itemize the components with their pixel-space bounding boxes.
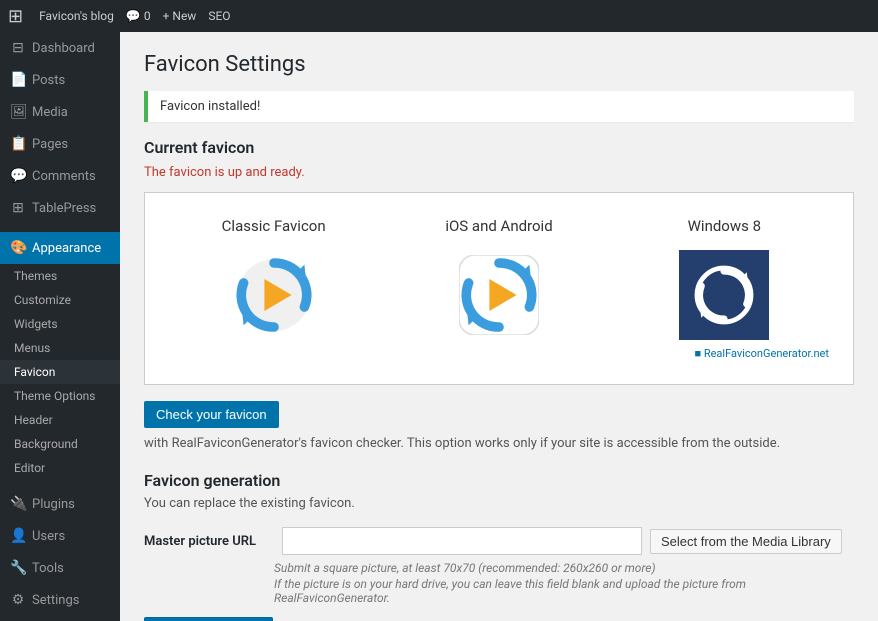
classic-title: Classic Favicon [222, 217, 326, 235]
check-favicon-button[interactable]: Check your favicon [144, 401, 279, 428]
sidebar-item-settings[interactable]: ⚙ Settings [0, 584, 120, 616]
plugins-icon: 🔌 [10, 496, 26, 512]
site-name[interactable]: Favicon's blog [39, 9, 114, 23]
sidebar-item-themes[interactable]: Themes [0, 264, 120, 288]
sidebar-item-appearance[interactable]: 🎨 Appearance [0, 232, 120, 264]
users-icon: 👤 [10, 528, 26, 544]
posts-icon: 📄 [10, 72, 26, 88]
master-url-row: Master picture URL Select from the Media… [144, 527, 854, 555]
check-text: with RealFaviconGenerator's favicon chec… [144, 436, 780, 451]
gen-desc: You can replace the existing favicon. [144, 496, 854, 511]
classic-favicon-icon [234, 255, 314, 335]
current-favicon-title: Current favicon [144, 138, 854, 157]
hint1: Submit a square picture, at least 70x70 … [274, 561, 854, 575]
ios-favicon-icon [459, 255, 539, 335]
windows-title: Windows 8 [688, 217, 761, 235]
comments-icon: 💬 [10, 168, 26, 184]
master-url-input[interactable] [282, 527, 642, 555]
sidebar-item-tablepress[interactable]: ⊞ TablePress [0, 192, 120, 224]
sidebar-item-media[interactable]: 🖼 Media [0, 96, 120, 128]
sidebar-item-pages[interactable]: 📋 Pages [0, 128, 120, 160]
sidebar-item-dashboard[interactable]: ⊟ Dashboard [0, 32, 120, 64]
ios-title: iOS and Android [445, 217, 552, 235]
rfg-badge: ■ RealFaviconGenerator.net [620, 347, 829, 360]
appearance-icon: 🎨 [10, 240, 26, 256]
wp-logo: ⊞ [8, 6, 23, 27]
top-bar: ⊞ Favicon's blog 💬 0 + New SEO [0, 0, 878, 32]
sidebar-item-plugins[interactable]: 🔌 Plugins [0, 488, 120, 520]
tablepress-icon: ⊞ [10, 200, 26, 216]
page-title: Favicon Settings [144, 52, 854, 77]
classic-col: Classic Favicon [161, 209, 386, 368]
sidebar-item-users[interactable]: 👤 Users [0, 520, 120, 552]
sidebar-item-background[interactable]: Background [0, 432, 120, 456]
sidebar-item-menus[interactable]: Menus [0, 336, 120, 360]
sidebar-item-editor[interactable]: Editor [0, 456, 120, 480]
current-favicon-desc: The favicon is up and ready. [144, 165, 854, 180]
sidebar-item-header[interactable]: Header [0, 408, 120, 432]
classic-icon-wrapper [224, 245, 324, 345]
windows-icon-wrapper [674, 245, 774, 345]
settings-icon: ⚙ [10, 592, 26, 608]
new-link[interactable]: + New [163, 9, 197, 23]
hint2: If the picture is on your hard drive, yo… [274, 577, 854, 605]
ios-col: iOS and Android [386, 209, 611, 368]
check-row: Check your favicon with RealFaviconGener… [144, 401, 854, 451]
sidebar-item-favicon[interactable]: Favicon [0, 360, 120, 384]
media-icon: 🖼 [10, 104, 26, 120]
windows-favicon-icon [679, 250, 769, 340]
pages-icon: 📋 [10, 136, 26, 152]
windows-col: Windows 8 ■ RealFaviconGenerator.net [612, 209, 837, 368]
tools-icon: 🔧 [10, 560, 26, 576]
success-notice: Favicon installed! [144, 91, 854, 122]
comments-link[interactable]: 💬 0 [126, 9, 151, 23]
sidebar-item-theme-options[interactable]: Theme Options [0, 384, 120, 408]
seo-link[interactable]: SEO [208, 9, 230, 23]
sidebar-item-comments[interactable]: 💬 Comments [0, 160, 120, 192]
sidebar-item-posts[interactable]: 📄 Posts [0, 64, 120, 96]
comment-icon: 💬 [126, 9, 141, 23]
sidebar-item-customize[interactable]: Customize [0, 288, 120, 312]
main-content: Favicon Settings Favicon installed! Curr… [120, 32, 878, 621]
favicon-preview-box: Classic Favicon [144, 192, 854, 385]
gen-title: Favicon generation [144, 471, 854, 490]
select-media-button[interactable]: Select from the Media Library [650, 529, 842, 554]
generate-favicon-button[interactable]: Generate favicon [144, 617, 273, 621]
gen-section: Favicon generation You can replace the e… [144, 471, 854, 621]
master-label: Master picture URL [144, 534, 274, 549]
sidebar: ⊟ Dashboard 📄 Posts 🖼 Media 📋 Pages 💬 Co… [0, 32, 120, 621]
ios-icon-wrapper [449, 245, 549, 345]
dashboard-icon: ⊟ [10, 40, 26, 56]
sidebar-item-tools[interactable]: 🔧 Tools [0, 552, 120, 584]
sidebar-item-widgets[interactable]: Widgets [0, 312, 120, 336]
